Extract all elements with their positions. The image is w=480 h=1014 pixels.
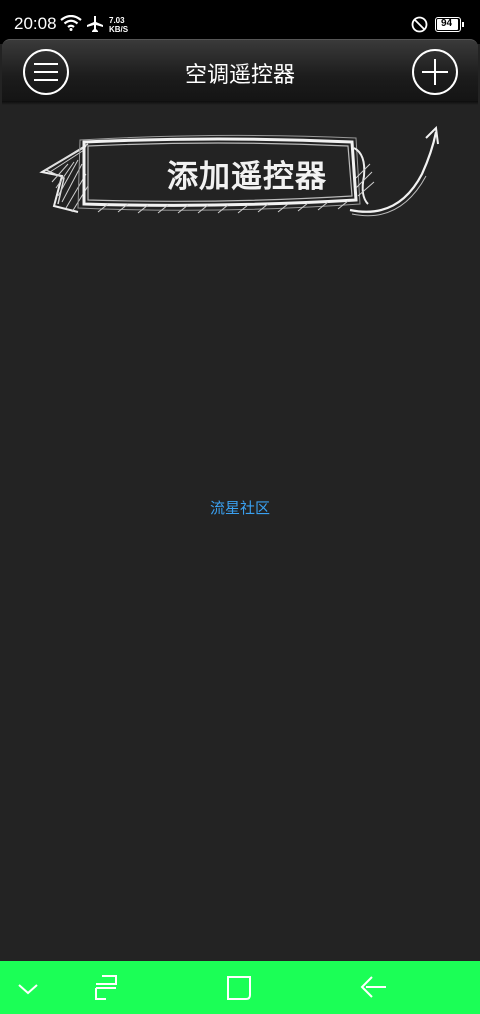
menu-icon xyxy=(34,63,58,81)
recents-icon[interactable] xyxy=(92,973,120,1003)
navigation-bar xyxy=(0,961,480,1014)
do-not-disturb-icon xyxy=(411,16,428,33)
airplane-icon xyxy=(87,16,103,32)
status-time: 20:08 xyxy=(14,14,57,33)
battery-level: 94 xyxy=(440,18,453,29)
add-remote-banner[interactable]: 添加遥控器 xyxy=(38,124,442,220)
status-bar: 20:08 7.03 KB/S 94 xyxy=(0,0,480,44)
network-speed-value: 7.03 xyxy=(109,16,125,25)
menu-button[interactable] xyxy=(23,49,69,95)
back-icon[interactable] xyxy=(358,973,388,1003)
community-link[interactable]: 流星社区 xyxy=(0,497,480,518)
plus-icon xyxy=(422,59,448,85)
add-remote-label: 添加遥控器 xyxy=(167,159,327,195)
wifi-icon xyxy=(60,15,82,31)
battery-icon: 94 xyxy=(435,17,461,32)
add-remote-button[interactable] xyxy=(412,49,458,95)
network-speed: 7.03 KB/S xyxy=(109,16,128,34)
page-title: 空调遥控器 xyxy=(184,63,295,88)
home-icon[interactable] xyxy=(224,973,254,1003)
chevron-down-icon[interactable] xyxy=(16,973,40,1003)
title-bar: 空调遥控器 xyxy=(2,39,478,105)
network-speed-unit: KB/S xyxy=(109,25,129,34)
